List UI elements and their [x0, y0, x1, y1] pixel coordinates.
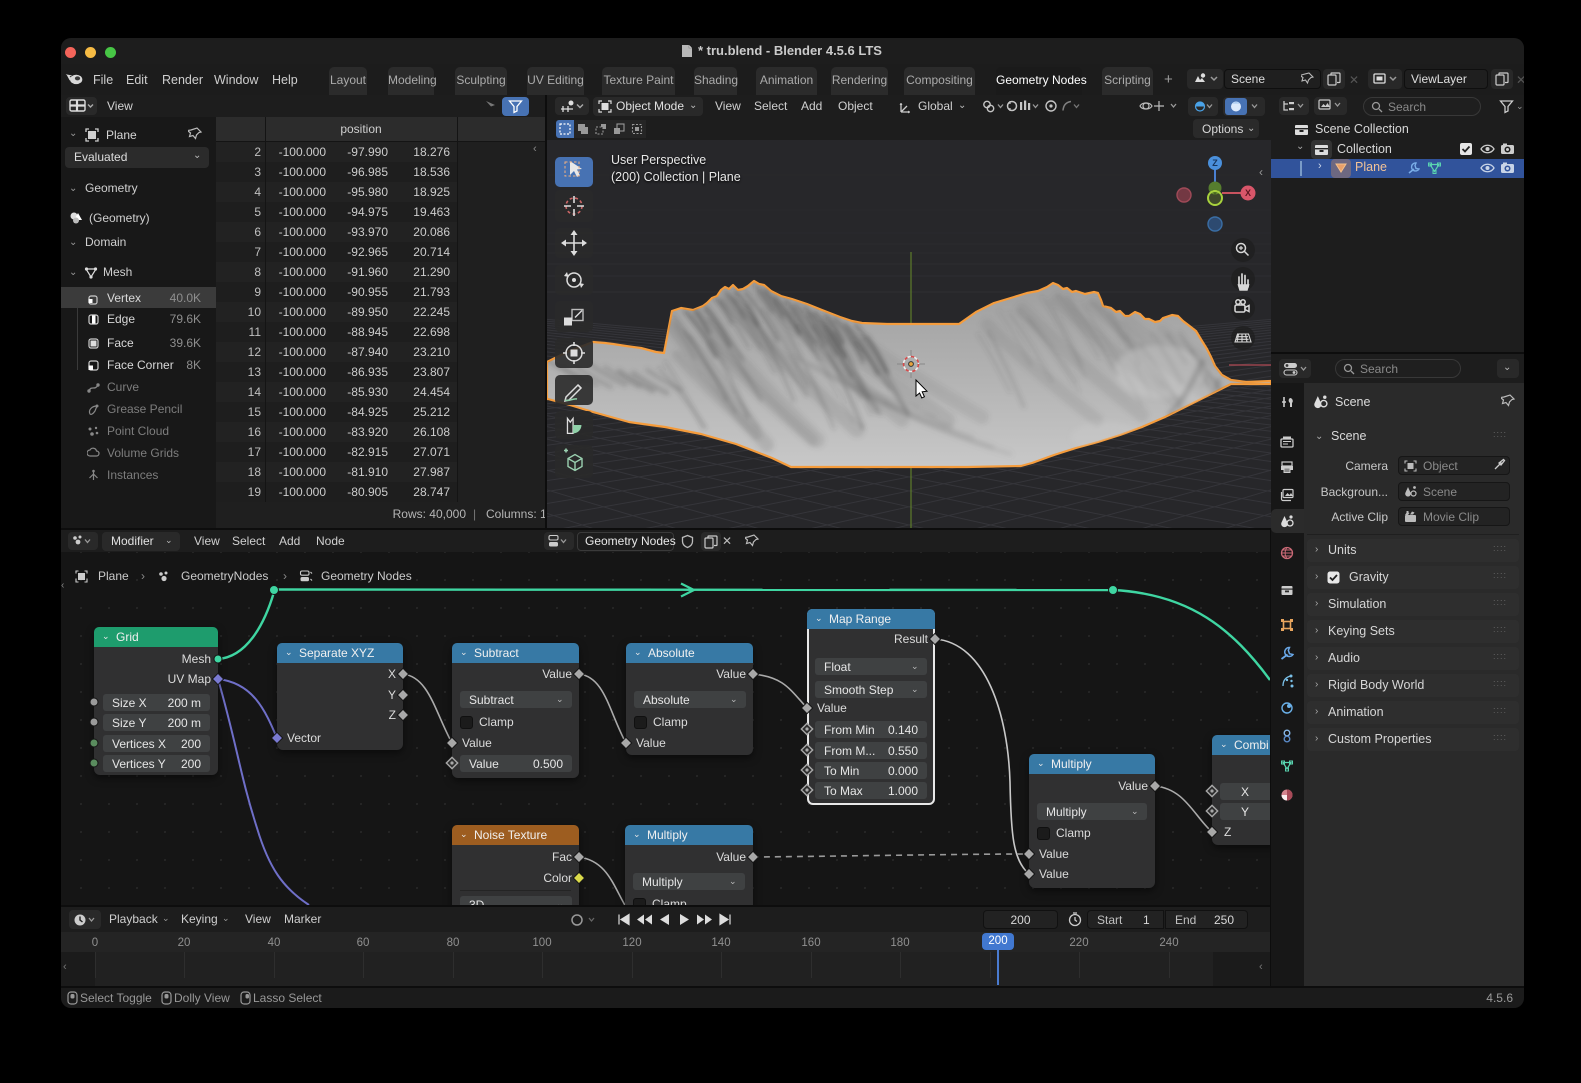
svg-text:Z: Z [1212, 158, 1218, 168]
svg-text:X: X [1245, 188, 1251, 198]
